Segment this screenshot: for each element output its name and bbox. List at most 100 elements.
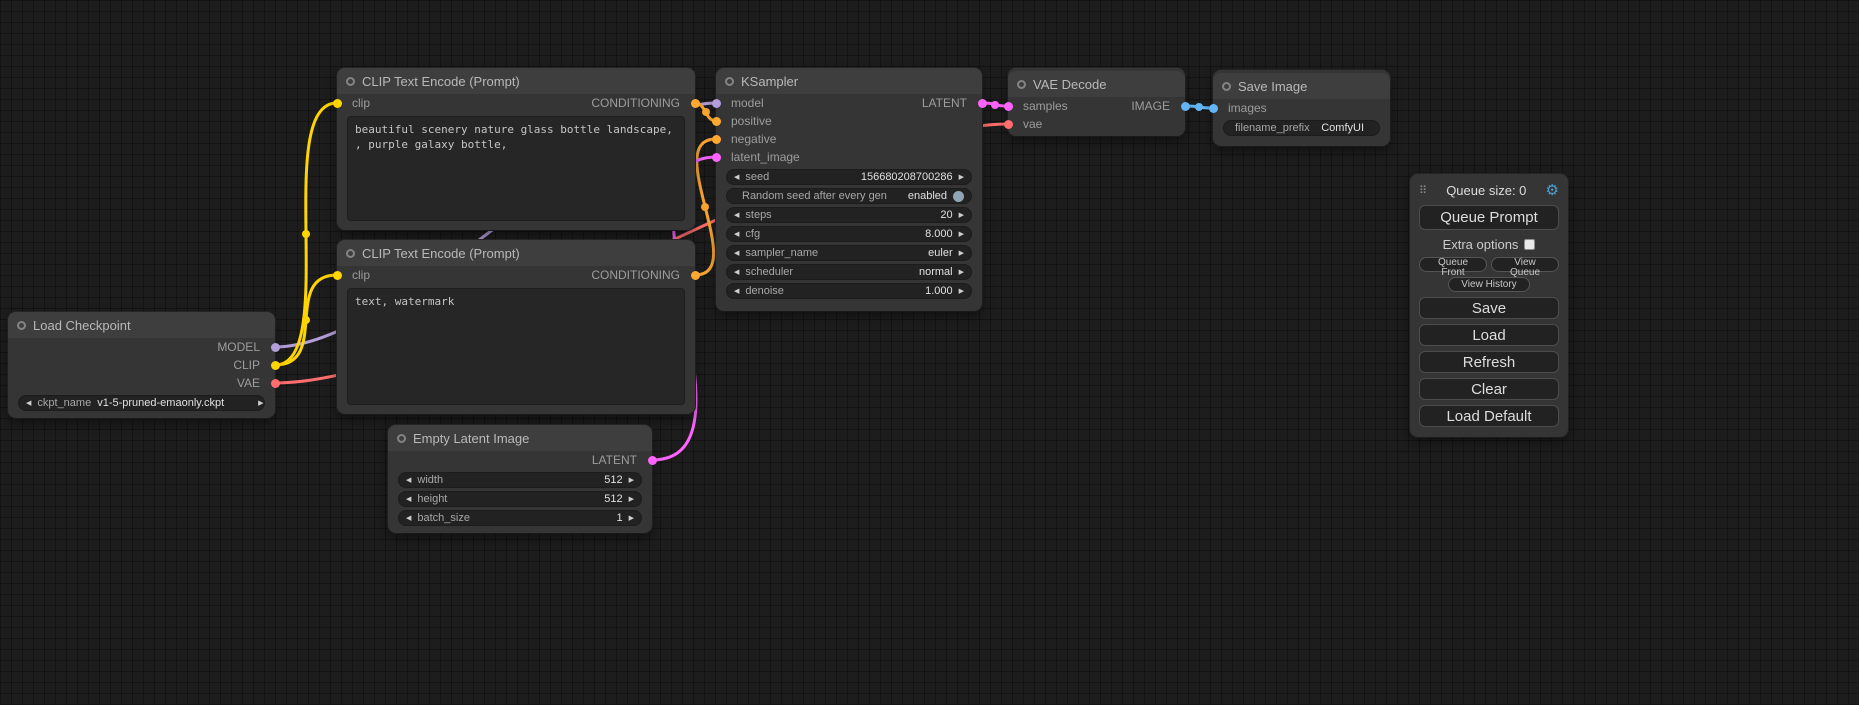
output-label-clip: CLIP <box>233 358 260 372</box>
sampler-name-widget[interactable]: ◀ sampler_name euler ▶ <box>726 245 972 261</box>
node-vae-decode[interactable]: VAE Decode samples IMAGE vae <box>1008 68 1185 136</box>
random-seed-toggle-widget[interactable]: Random seed after every gen enabled <box>726 188 972 204</box>
view-queue-button[interactable]: View Queue <box>1491 257 1559 272</box>
scheduler-widget[interactable]: ◀ scheduler normal ▶ <box>726 264 972 280</box>
increment-arrow-icon[interactable]: ▶ <box>629 477 634 484</box>
collapse-dot-icon[interactable] <box>346 77 355 86</box>
input-slot-clip[interactable] <box>333 271 342 280</box>
decrement-arrow-icon[interactable]: ◀ <box>734 212 739 219</box>
output-slot-latent[interactable] <box>978 99 987 108</box>
node-save-image[interactable]: Save Image images filename_prefix ComfyU… <box>1213 70 1390 146</box>
extra-options-checkbox[interactable] <box>1524 239 1535 250</box>
load-button[interactable]: Load <box>1419 324 1559 346</box>
queue-prompt-button[interactable]: Queue Prompt <box>1419 205 1559 230</box>
decrement-arrow-icon[interactable]: ◀ <box>734 269 739 276</box>
input-slot-model[interactable] <box>712 99 721 108</box>
seed-widget[interactable]: ◀ seed 156680208700286 ▶ <box>726 169 972 185</box>
decrement-arrow-icon[interactable]: ◀ <box>734 250 739 257</box>
widget-label: width <box>417 474 443 486</box>
decrement-arrow-icon[interactable]: ◀ <box>734 288 739 295</box>
denoise-widget[interactable]: ◀ denoise 1.000 ▶ <box>726 283 972 299</box>
output-slot-model[interactable] <box>271 343 280 352</box>
node-load-checkpoint[interactable]: Load Checkpoint MODEL CLIP VAE ◀ ckpt_na… <box>8 312 275 418</box>
batch-size-widget[interactable]: ◀ batch_size 1 ▶ <box>398 510 642 526</box>
height-widget[interactable]: ◀ height 512 ▶ <box>398 491 642 507</box>
collapse-dot-icon[interactable] <box>346 249 355 258</box>
settings-gear-icon[interactable]: ⚙ <box>1546 181 1559 199</box>
collapse-dot-icon[interactable] <box>725 77 734 86</box>
node-title: CLIP Text Encode (Prompt) <box>362 246 520 261</box>
node-title-bar[interactable]: KSampler <box>716 68 982 94</box>
increment-arrow-icon[interactable]: ▶ <box>629 496 634 503</box>
positive-prompt-textarea[interactable]: beautiful scenery nature glass bottle la… <box>347 116 685 221</box>
input-label-samples: samples <box>1023 99 1068 113</box>
node-title: KSampler <box>741 74 798 89</box>
widget-value: 512 <box>604 474 622 486</box>
node-title-bar[interactable]: Load Checkpoint <box>8 312 275 338</box>
filename-prefix-widget[interactable]: filename_prefix ComfyUI <box>1223 120 1380 136</box>
input-slot-clip[interactable] <box>333 99 342 108</box>
decrement-arrow-icon[interactable]: ◀ <box>734 174 739 181</box>
input-slot-images[interactable] <box>1209 104 1218 113</box>
node-title-bar[interactable]: VAE Decode <box>1008 71 1185 97</box>
collapse-dot-icon[interactable] <box>17 321 26 330</box>
node-title-bar[interactable]: Save Image <box>1213 73 1390 99</box>
input-slot-latent-image[interactable] <box>712 153 721 162</box>
decrement-arrow-icon[interactable]: ◀ <box>406 477 411 484</box>
decrement-arrow-icon[interactable]: ◀ <box>734 231 739 238</box>
decrement-arrow-icon[interactable]: ◀ <box>406 515 411 522</box>
clear-button[interactable]: Clear <box>1419 378 1559 400</box>
input-slot-positive[interactable] <box>712 117 721 126</box>
toggle-knob-icon[interactable] <box>953 191 964 202</box>
output-slot-vae[interactable] <box>271 379 280 388</box>
input-slot-vae[interactable] <box>1004 120 1013 129</box>
collapse-dot-icon[interactable] <box>397 434 406 443</box>
collapse-dot-icon[interactable] <box>1222 82 1231 91</box>
node-empty-latent-image[interactable]: Empty Latent Image LATENT ◀ width 512 ▶ … <box>388 425 652 533</box>
decrement-arrow-icon[interactable]: ◀ <box>26 400 31 407</box>
increment-arrow-icon[interactable]: ▶ <box>629 515 634 522</box>
node-title-bar[interactable]: CLIP Text Encode (Prompt) <box>337 68 695 94</box>
increment-arrow-icon[interactable]: ▶ <box>258 400 263 407</box>
collapse-dot-icon[interactable] <box>1017 80 1026 89</box>
increment-arrow-icon[interactable]: ▶ <box>959 212 964 219</box>
output-slot-image[interactable] <box>1181 102 1190 111</box>
input-label-model: model <box>731 96 764 110</box>
input-slot-samples[interactable] <box>1004 102 1013 111</box>
save-button[interactable]: Save <box>1419 297 1559 319</box>
input-label-clip: clip <box>352 268 370 282</box>
node-title-bar[interactable]: CLIP Text Encode (Prompt) <box>337 240 695 266</box>
increment-arrow-icon[interactable]: ▶ <box>959 269 964 276</box>
increment-arrow-icon[interactable]: ▶ <box>959 250 964 257</box>
output-label-vae: VAE <box>237 376 260 390</box>
load-default-button[interactable]: Load Default <box>1419 405 1559 427</box>
input-slot-negative[interactable] <box>712 135 721 144</box>
node-clip-text-encode-negative[interactable]: CLIP Text Encode (Prompt) clip CONDITION… <box>337 240 695 414</box>
cfg-widget[interactable]: ◀ cfg 8.000 ▶ <box>726 226 972 242</box>
output-slot-clip[interactable] <box>271 361 280 370</box>
output-slot-conditioning[interactable] <box>691 271 700 280</box>
refresh-button[interactable]: Refresh <box>1419 351 1559 373</box>
view-history-button[interactable]: View History <box>1448 277 1529 292</box>
ckpt-name-widget[interactable]: ◀ ckpt_name v1-5-pruned-emaonly.ckpt ▶ <box>18 395 265 411</box>
node-title: Load Checkpoint <box>33 318 131 333</box>
queue-front-button[interactable]: Queue Front <box>1419 257 1487 272</box>
width-widget[interactable]: ◀ width 512 ▶ <box>398 472 642 488</box>
node-ksampler[interactable]: KSampler model LATENT positive negative … <box>716 68 982 311</box>
output-slot-conditioning[interactable] <box>691 99 700 108</box>
widget-label: steps <box>745 209 771 221</box>
increment-arrow-icon[interactable]: ▶ <box>959 288 964 295</box>
node-title-bar[interactable]: Empty Latent Image <box>388 425 652 451</box>
drag-handle-icon[interactable]: ⠿ <box>1419 184 1427 197</box>
increment-arrow-icon[interactable]: ▶ <box>959 231 964 238</box>
node-clip-text-encode-positive[interactable]: CLIP Text Encode (Prompt) clip CONDITION… <box>337 68 695 230</box>
negative-prompt-textarea[interactable]: text, watermark <box>347 288 685 405</box>
widget-value: 20 <box>940 209 952 221</box>
increment-arrow-icon[interactable]: ▶ <box>959 174 964 181</box>
graph-canvas[interactable]: Load Checkpoint MODEL CLIP VAE ◀ ckpt_na… <box>0 0 1859 705</box>
node-title: Empty Latent Image <box>413 431 529 446</box>
decrement-arrow-icon[interactable]: ◀ <box>406 496 411 503</box>
wire-midpoint-dot <box>1195 103 1203 111</box>
steps-widget[interactable]: ◀ steps 20 ▶ <box>726 207 972 223</box>
output-slot-latent[interactable] <box>648 456 657 465</box>
